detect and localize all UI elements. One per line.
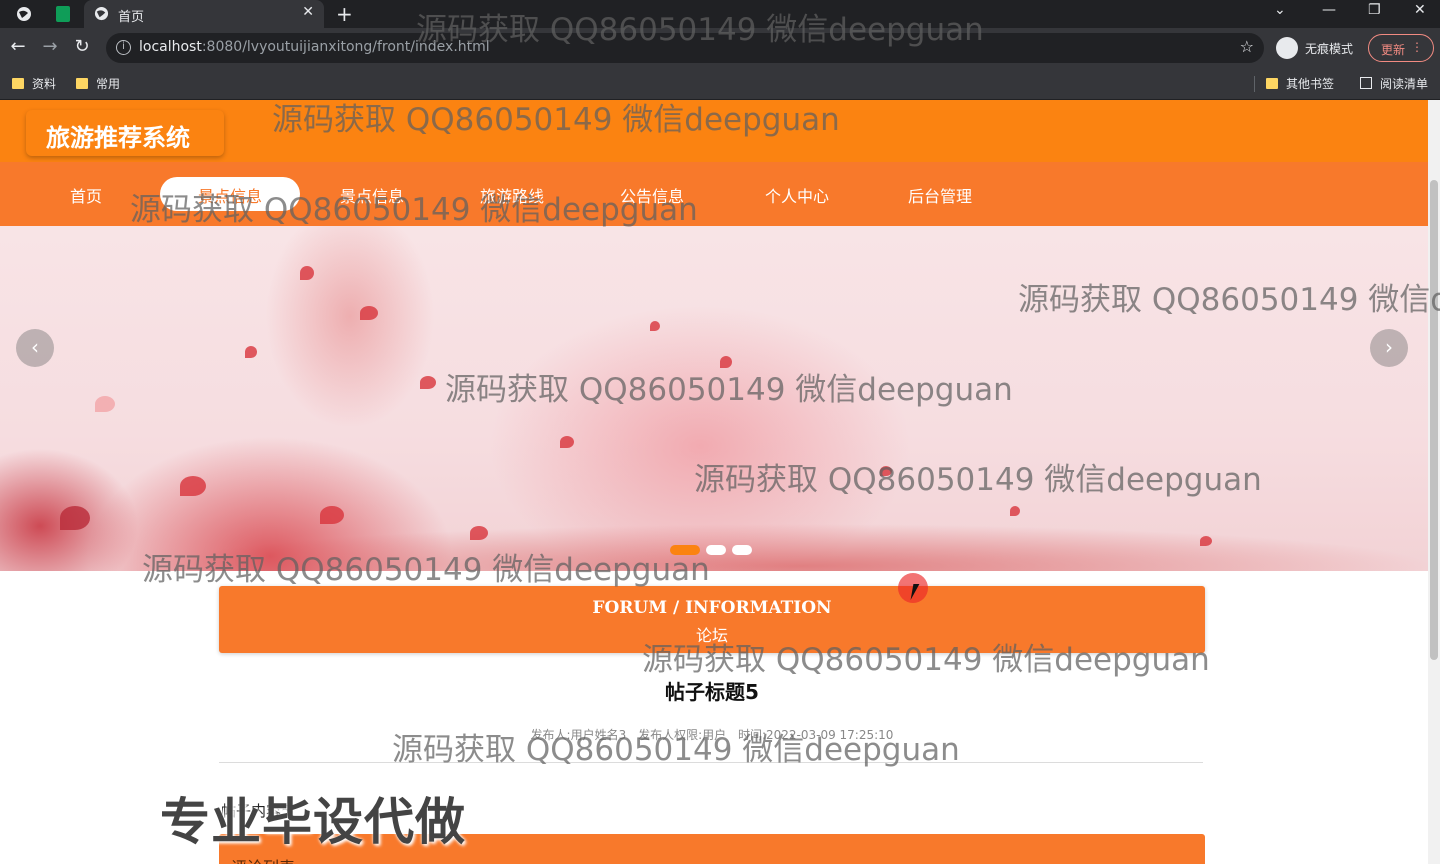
promo-overlay-text: 专业毕设代做 (160, 793, 466, 851)
watermark: 源码获取 QQ86050149 微信deepguan (1018, 282, 1440, 318)
bookmark-folder-changyong[interactable]: 常用 (76, 75, 120, 92)
tab-title: 首页 (118, 10, 145, 25)
watermark: 源码获取 QQ86050149 微信deepguan (694, 462, 1262, 498)
folder-icon (12, 78, 24, 89)
site-logo[interactable]: 旅游推荐系统 (26, 110, 224, 156)
scrollbar-thumb[interactable] (1430, 180, 1438, 660)
window-close-icon[interactable]: ✕ (1414, 2, 1426, 18)
watermark: 源码获取 QQ86050149 微信deepguan (392, 732, 960, 768)
reload-icon[interactable]: ↻ (70, 36, 94, 57)
new-tab-icon[interactable]: + (336, 2, 353, 26)
carousel-prev-icon[interactable]: ‹ (16, 329, 54, 367)
other-bookmarks-label: 其他书签 (1286, 77, 1335, 91)
update-button[interactable]: 更新 ⋮ (1368, 34, 1434, 62)
reading-list[interactable]: 阅读清单 (1360, 75, 1428, 92)
update-label: 更新 (1381, 43, 1406, 57)
bookmark-separator (1254, 76, 1255, 92)
pinned-tab-sheets-icon[interactable] (56, 6, 70, 22)
bookmark-label: 资料 (32, 77, 57, 91)
other-bookmarks[interactable]: 其他书签 (1266, 75, 1334, 92)
post-title: 帖子标题5 (665, 680, 759, 704)
watermark: 源码获取 QQ86050149 微信deepguan (445, 372, 1013, 408)
watermark: 源码获取 QQ86050149 微信deepguan (272, 102, 840, 138)
minimize-icon[interactable]: — (1322, 2, 1336, 18)
globe-icon (94, 6, 109, 21)
tab-close-icon[interactable]: ✕ (302, 4, 314, 20)
watermark: 源码获取 QQ86050149 微信deepguan (130, 192, 698, 228)
forward-icon[interactable]: → (38, 36, 62, 57)
back-icon[interactable]: ← (6, 36, 30, 57)
incognito-icon[interactable] (1276, 37, 1298, 59)
bookmark-star-icon[interactable]: ☆ (1240, 37, 1254, 56)
nav-home[interactable]: 首页 (70, 183, 102, 207)
site-logo-text: 旅游推荐系统 (46, 124, 190, 152)
incognito-label[interactable]: 无痕模式 (1305, 40, 1353, 57)
page-scrollbar[interactable] (1428, 100, 1440, 864)
forum-title-en: FORUM / INFORMATION (592, 598, 832, 618)
comments-label: 评论列表 (231, 854, 295, 864)
reading-list-label: 阅读清单 (1380, 77, 1429, 91)
more-menu-icon[interactable]: ⋮ (1411, 40, 1423, 54)
watermark: 源码获取 QQ86050149 微信deepguan (416, 12, 984, 48)
watermark: 源码获取 QQ86050149 微信deepguan (142, 552, 710, 588)
reading-list-icon (1360, 77, 1372, 89)
url-host: localhost (139, 39, 202, 55)
bookmark-folder-ziliao[interactable]: 资料 (12, 75, 56, 92)
folder-icon (76, 78, 88, 89)
nav-admin[interactable]: 后台管理 (908, 183, 972, 207)
bookmark-label: 常用 (96, 77, 121, 91)
nav-profile[interactable]: 个人中心 (765, 183, 829, 207)
tab-search-chevron-icon[interactable]: ⌄ (1274, 2, 1286, 18)
folder-icon (1266, 78, 1278, 89)
site-info-icon[interactable]: i (116, 40, 131, 55)
carousel-next-icon[interactable]: › (1370, 329, 1408, 367)
watermark: 源码获取 QQ86050149 微信deepguan (642, 642, 1210, 678)
maximize-icon[interactable]: ❐ (1368, 2, 1381, 18)
carousel-dot[interactable] (732, 545, 752, 555)
tab-home[interactable]: 首页 ✕ (84, 0, 324, 28)
pinned-tab-globe-icon[interactable] (16, 6, 32, 22)
